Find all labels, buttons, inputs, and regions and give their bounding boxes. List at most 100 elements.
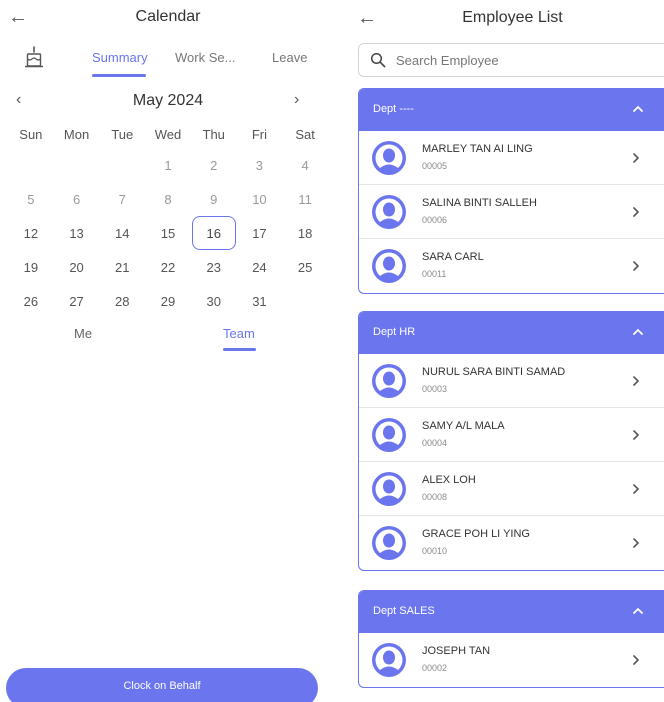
weekday-label: Fri (251, 127, 267, 142)
employee-row[interactable]: SALINA BINTI SALLEH 00006 (359, 185, 664, 239)
calendar-day[interactable]: 27 (54, 284, 100, 318)
calendar-day-number: 15 (160, 225, 176, 241)
calendar-day[interactable]: 1 (145, 148, 191, 182)
calendar-day[interactable]: 22 (145, 250, 191, 284)
search-icon (370, 52, 386, 68)
active-tab-indicator (92, 74, 146, 77)
calendar-day-number: 9 (210, 191, 218, 207)
avatar-icon (371, 248, 407, 284)
calendar-title: Calendar (135, 8, 201, 25)
weekday-label: Sun (19, 127, 43, 142)
employee-id: 00003 (422, 384, 448, 394)
cake-icon[interactable] (24, 46, 44, 68)
search-box[interactable] (358, 43, 664, 77)
calendar-day-number: 13 (69, 225, 84, 241)
calendar-day[interactable]: 13 (54, 216, 100, 250)
search-input[interactable] (396, 52, 636, 68)
calendar-day-number: 19 (23, 259, 39, 275)
calendar-day-number: 2 (210, 157, 218, 173)
calendar-day-number: 31 (252, 293, 267, 309)
tab-summary[interactable]: Summary (92, 50, 148, 65)
calendar-day[interactable]: 25 (282, 250, 328, 284)
calendar-day-number: 14 (115, 225, 130, 241)
employee-row[interactable]: GRACE POH LI YING 00010 (359, 516, 664, 570)
calendar-day[interactable]: 6 (54, 182, 100, 216)
chevron-right-icon (633, 484, 639, 494)
calendar-day[interactable]: 28 (99, 284, 145, 318)
calendar-day[interactable]: 26 (8, 284, 54, 318)
calendar-day[interactable]: 8 (145, 182, 191, 216)
tab-work-schedule[interactable]: Work Se... (175, 50, 235, 65)
department-group: Dept HR NURUL SARA BINTI SAMAD 00003 SAMY A… (358, 311, 664, 571)
department-header[interactable]: Dept HR (359, 312, 664, 354)
chevron-right-icon (633, 153, 639, 163)
calendar-day[interactable]: 2 (191, 148, 237, 182)
view-me-button[interactable]: Me (74, 326, 92, 341)
calendar-day-number: 5 (27, 191, 35, 207)
department-header[interactable]: Dept SALES (359, 591, 664, 633)
calendar-day[interactable]: 30 (191, 284, 237, 318)
weekday-label: Tue (111, 127, 134, 142)
calendar-day[interactable]: 23 (191, 250, 237, 284)
calendar-day-number: 25 (297, 259, 313, 275)
calendar-day-number: 17 (252, 225, 267, 241)
employee-name: SAMY A/L MALA (422, 420, 505, 432)
calendar-day[interactable]: 17 (237, 216, 283, 250)
calendar-day[interactable]: 10 (237, 182, 283, 216)
calendar-day[interactable]: 14 (99, 216, 145, 250)
tab-leave[interactable]: Leave (272, 50, 307, 65)
calendar-blank-cell (54, 148, 100, 182)
calendar-day-number: 10 (252, 191, 267, 207)
calendar-day[interactable]: 4 (282, 148, 328, 182)
calendar-day[interactable]: 31 (237, 284, 283, 318)
employee-row[interactable]: NURUL SARA BINTI SAMAD 00003 (359, 354, 664, 408)
calendar-day[interactable]: 24 (237, 250, 283, 284)
calendar-day-number: 12 (23, 225, 39, 241)
calendar-day[interactable]: 16 (191, 216, 237, 250)
calendar-day[interactable]: 5 (8, 182, 54, 216)
view-team-button[interactable]: Team (223, 326, 255, 341)
calendar-blank-cell (8, 148, 54, 182)
employee-name: ALEX LOH (422, 474, 476, 486)
employee-row[interactable]: ALEX LOH 00008 (359, 462, 664, 516)
calendar-day-number: 8 (164, 191, 172, 207)
calendar-day[interactable]: 11 (282, 182, 328, 216)
employee-name: GRACE POH LI YING (422, 528, 530, 540)
calendar-day-number: 30 (206, 293, 221, 309)
employee-row[interactable]: SAMY A/L MALA 00004 (359, 408, 664, 462)
calendar-day-number: 4 (301, 157, 309, 173)
chevron-up-icon (633, 106, 643, 112)
employee-row[interactable]: MARLEY TAN AI LING 00005 (359, 131, 664, 185)
employee-name: SARA CARL (422, 251, 484, 263)
weekday-header: Sun Mon Tue Wed Thu Fri Sat (8, 127, 328, 142)
calendar-header: ← Calendar (0, 0, 336, 36)
chevron-up-icon (633, 329, 643, 335)
calendar-day[interactable]: 20 (54, 250, 100, 284)
calendar-day-number: 23 (206, 259, 221, 275)
calendar-day[interactable]: 15 (145, 216, 191, 250)
employee-row[interactable]: SARA CARL 00011 (359, 239, 664, 293)
calendar-day-number: 29 (160, 293, 176, 309)
avatar-icon (371, 525, 407, 561)
clock-on-behalf-button[interactable]: Clock on Behalf (6, 668, 318, 702)
calendar-day[interactable]: 18 (282, 216, 328, 250)
employee-id: 00010 (422, 546, 448, 556)
calendar-day[interactable]: 3 (237, 148, 283, 182)
calendar-day-number: 11 (298, 191, 312, 207)
employee-id: 00002 (422, 663, 448, 673)
calendar-day[interactable]: 9 (191, 182, 237, 216)
department-header[interactable]: Dept ---- (359, 89, 664, 131)
calendar-day-number: 7 (118, 191, 126, 207)
employee-row[interactable]: JOSEPH TAN 00002 (359, 633, 664, 687)
next-month-button[interactable]: › (294, 91, 299, 109)
weekday-label: Thu (202, 127, 225, 142)
chevron-up-icon (633, 608, 643, 614)
calendar-day[interactable]: 12 (8, 216, 54, 250)
weekday-label: Mon (63, 127, 90, 142)
calendar-day[interactable]: 29 (145, 284, 191, 318)
calendar-day[interactable]: 19 (8, 250, 54, 284)
calendar-day[interactable]: 21 (99, 250, 145, 284)
month-label: May 2024 (132, 92, 204, 109)
calendar-day[interactable]: 7 (99, 182, 145, 216)
avatar-icon (371, 471, 407, 507)
